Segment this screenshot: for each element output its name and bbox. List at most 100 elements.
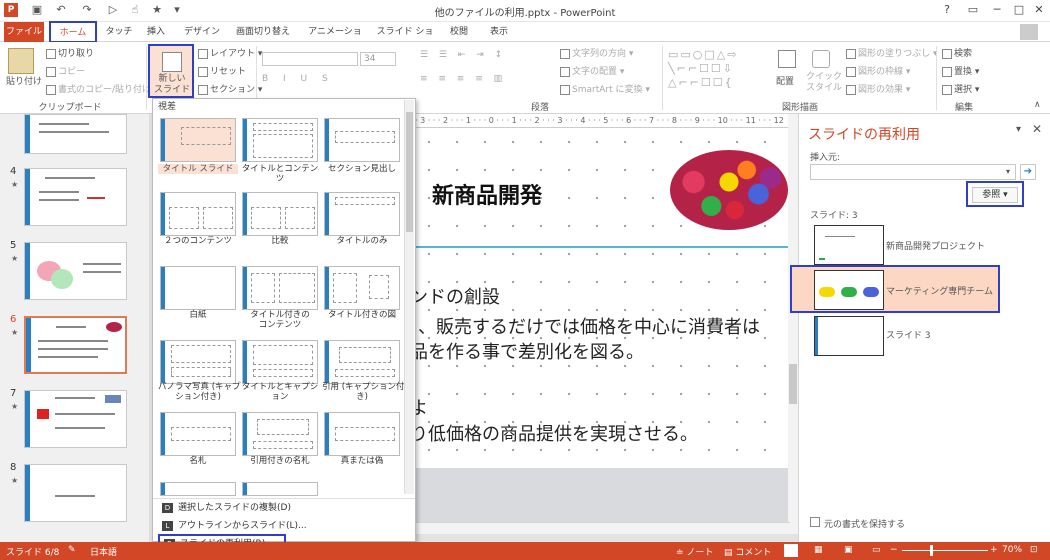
paste-icon[interactable] — [8, 48, 34, 74]
reuse-slide-thumb-1[interactable] — [814, 225, 884, 265]
vertical-scrollbar[interactable] — [788, 114, 798, 534]
shape-effects-button[interactable]: 図形の効果 ▾ — [846, 82, 910, 95]
avatar[interactable] — [1020, 24, 1038, 40]
smartart-button[interactable]: SmartArt に変換 ▾ — [560, 82, 650, 95]
browse-button[interactable]: 参照 ▾ — [972, 187, 1018, 203]
language-indicator[interactable]: 日本語 — [90, 545, 117, 558]
tab-touch[interactable]: タッチ — [102, 22, 136, 42]
format-painter-button[interactable]: 書式のコピー/貼り付け — [46, 82, 151, 95]
tab-animations[interactable]: アニメーション — [304, 22, 366, 57]
help-button[interactable]: ? — [936, 2, 958, 18]
insert-from-input[interactable] — [810, 164, 1016, 180]
find-button[interactable]: 検索 — [942, 46, 972, 59]
layout-more[interactable] — [242, 482, 318, 496]
notes-button[interactable]: ≐ ノート — [676, 545, 713, 558]
thumbnail-slide-4[interactable] — [24, 168, 127, 226]
shape-fill-button[interactable]: 図形の塗りつぶし ▾ — [846, 46, 937, 59]
copy-button[interactable]: コピー — [46, 64, 85, 77]
zoom-level[interactable]: 70% — [1002, 545, 1022, 555]
zoom-in-icon[interactable]: + — [990, 545, 998, 555]
text-direction-button[interactable]: 文字列の方向 ▾ — [560, 46, 633, 59]
zoom-slider[interactable] — [902, 550, 988, 551]
reuse-slide-thumb-3[interactable] — [814, 316, 884, 356]
comments-button[interactable]: ▤ コメント — [724, 545, 771, 558]
font-size-field[interactable]: 34 — [360, 52, 396, 66]
candy-image[interactable] — [670, 150, 788, 230]
tab-design[interactable]: デザイン — [180, 22, 224, 42]
layout-blank[interactable] — [160, 266, 236, 310]
reuse-slide-thumb-2[interactable] — [814, 270, 884, 310]
thumbnail-slide-3[interactable] — [24, 114, 127, 154]
tab-slideshow[interactable]: スライド ショー — [376, 22, 434, 57]
tab-file[interactable]: ファイル — [4, 22, 44, 42]
layout-picture-caption[interactable] — [324, 266, 400, 310]
font-name-field[interactable] — [262, 52, 358, 66]
font-format-buttons[interactable]: B I U S — [262, 74, 334, 84]
pane-options-icon[interactable]: ▾ — [1016, 124, 1021, 135]
collapse-ribbon-icon[interactable]: ∧ — [1034, 100, 1041, 110]
tab-view[interactable]: 表示 — [484, 22, 514, 42]
layout-quote-caption[interactable] — [324, 340, 400, 384]
dropdown-arrow-icon[interactable]: ▾ — [1006, 167, 1010, 176]
close-button[interactable]: ✕ — [1028, 2, 1050, 18]
layout-section-header[interactable] — [324, 118, 400, 162]
go-arrow-icon[interactable]: ➔ — [1020, 164, 1036, 180]
list-buttons[interactable]: ☰ ☰ ⇤ ⇥ ↕ — [420, 50, 506, 60]
zoom-out-icon[interactable]: − — [890, 545, 898, 555]
shapes-gallery[interactable]: ▭▭○□△⇨ ╲⌐⌐☐☐⇩ △⌐⌐☐☐{ — [668, 48, 768, 90]
fit-to-window-icon[interactable]: ⊡ — [1030, 545, 1038, 555]
layout-two-content[interactable] — [160, 192, 236, 236]
minimize-button[interactable]: ─ — [986, 2, 1008, 18]
normal-view-icon[interactable] — [784, 544, 798, 557]
slideshow-icon[interactable]: ▭ — [872, 545, 881, 555]
slides-from-outline-item[interactable]: L アウトラインからスライド(L)... — [158, 518, 413, 534]
thumbnail-slide-8[interactable] — [24, 464, 127, 522]
layout-title-only[interactable] — [324, 192, 400, 236]
layout-title-slide[interactable] — [160, 118, 236, 162]
reuse-slide-label[interactable]: 新商品開発プロジェクト — [886, 239, 985, 252]
layout-more[interactable] — [160, 482, 236, 496]
align-buttons[interactable]: ≡ ≡ ≡ ≡ ▥ — [420, 74, 506, 84]
cut-button[interactable]: 切り取り — [46, 46, 94, 59]
thumbnail-slide-5[interactable] — [24, 242, 127, 300]
section-button[interactable]: セクション ▾ — [198, 82, 262, 95]
reset-button[interactable]: リセット — [198, 64, 246, 77]
layout-panoramic-picture[interactable] — [160, 340, 236, 384]
zoom-slider-thumb[interactable] — [930, 545, 933, 556]
ribbon-display-button[interactable]: ▭ — [962, 2, 984, 18]
align-text-button[interactable]: 文字の配置 ▾ — [560, 64, 624, 77]
slide-title[interactable]: 新商品開発 — [432, 178, 542, 210]
gallery-scrollbar[interactable] — [404, 100, 414, 494]
spelling-icon[interactable]: ✎ — [68, 545, 76, 555]
layout-title-and-caption[interactable] — [242, 340, 318, 384]
tab-insert[interactable]: 挿入 — [142, 22, 170, 42]
layout-button[interactable]: レイアウト ▾ — [198, 46, 262, 59]
select-button[interactable]: 選択 ▾ — [942, 82, 979, 95]
new-slide-button[interactable]: 新しい スライド — [148, 44, 194, 98]
layout-title-content[interactable] — [242, 118, 318, 162]
layout-content-caption[interactable] — [242, 266, 318, 310]
layout-quote-name-card[interactable] — [242, 412, 318, 456]
scroll-thumb[interactable] — [789, 364, 797, 404]
tab-transitions[interactable]: 画面切り替え — [232, 22, 294, 42]
reading-view-icon[interactable]: ▣ — [844, 545, 853, 555]
paste-button[interactable]: 貼り付け — [6, 74, 42, 87]
thumbnail-slide-6[interactable] — [24, 316, 127, 374]
horizontal-scrollbar[interactable] — [415, 522, 790, 534]
reuse-slide-label[interactable]: スライド 3 — [886, 328, 931, 341]
layout-true-false[interactable] — [324, 412, 400, 456]
duplicate-selected-slides-item[interactable]: D 選択したスライドの複製(D) — [158, 500, 413, 516]
layout-name-card[interactable] — [160, 412, 236, 456]
tab-review[interactable]: 校閲 — [444, 22, 474, 42]
slide-sorter-icon[interactable]: ▦ — [814, 545, 823, 555]
arrange-button[interactable]: 配置 — [776, 74, 794, 87]
keep-format-checkbox[interactable] — [810, 517, 820, 527]
reuse-slide-label[interactable]: マーケティング専門チーム — [886, 284, 993, 297]
layout-comparison[interactable] — [242, 192, 318, 236]
scroll-thumb[interactable] — [406, 112, 413, 232]
pane-close-icon[interactable]: ✕ — [1032, 122, 1042, 136]
shape-outline-button[interactable]: 図形の枠線 ▾ — [846, 64, 910, 77]
thumbnail-slide-7[interactable] — [24, 390, 127, 448]
restore-button[interactable]: □ — [1008, 2, 1030, 18]
tab-home[interactable]: ホーム — [49, 21, 97, 43]
